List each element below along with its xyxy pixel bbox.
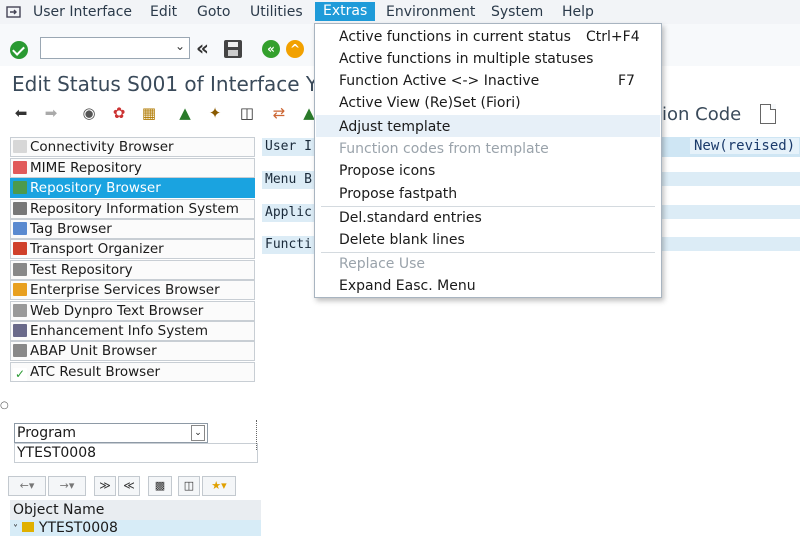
page-title: Edit Status S001 of Interface Y	[12, 72, 319, 96]
menu-item-delete-blank-lines[interactable]: Delete blank lines	[339, 232, 465, 248]
tree-expand-icon[interactable]: ˅	[13, 524, 18, 535]
menu-item-expand-easc-menu[interactable]: Expand Easc. Menu	[339, 278, 476, 294]
shortcut-ctrl-f4: Ctrl+F4	[586, 29, 640, 45]
menu-system[interactable]: System	[491, 4, 543, 20]
hierarchy-icon[interactable]: ◫	[178, 476, 200, 496]
web-dynpro-icon	[13, 304, 27, 317]
menu-utilities[interactable]: Utilities	[250, 4, 303, 20]
menu-item-propose-icons[interactable]: Propose icons	[339, 163, 435, 179]
binoculars-icon[interactable]: ▩	[148, 476, 172, 496]
shortcut-f7: F7	[618, 73, 635, 89]
nav-tag-browser[interactable]: Tag Browser	[10, 219, 255, 239]
menu-item-function-active-inactive[interactable]: Function Active <-> Inactive	[339, 73, 539, 89]
menu-goto[interactable]: Goto	[197, 4, 230, 20]
favorites-star-icon[interactable]: ★▾	[202, 476, 236, 496]
object-name-input[interactable]: YTEST0008	[14, 443, 258, 463]
nav-test-repository[interactable]: Test Repository	[10, 260, 255, 280]
menu-help[interactable]: Help	[562, 4, 594, 20]
object-list-icon[interactable]: ▦	[140, 104, 158, 122]
chevron-down-icon[interactable]: ⌄	[191, 425, 205, 441]
mime-icon	[13, 161, 27, 174]
tag-icon	[13, 222, 27, 235]
menu-extras[interactable]: Extras	[315, 2, 376, 21]
info-system-icon	[13, 202, 27, 215]
menu-item-function-codes-template: Function codes from template	[339, 141, 549, 157]
menu-item-del-standard-entries[interactable]: Del.standard entries	[339, 210, 482, 226]
truck-icon	[13, 242, 27, 255]
repository-icon	[13, 181, 27, 194]
navigation-toolbar: ←▾ →▾ ≫ ≪ ▩ ◫ ★▾	[8, 476, 248, 496]
arrow-right-icon[interactable]: ➡	[42, 104, 60, 122]
checkmark-red-x-icon: ✓	[13, 367, 27, 381]
band-row	[660, 172, 800, 186]
chevron-down-icon[interactable]: ⌄	[175, 39, 185, 53]
menu-environment[interactable]: Environment	[386, 4, 475, 20]
field-menu-bar[interactable]: Menu B	[262, 171, 315, 189]
exit-icon[interactable]: ^	[286, 40, 304, 58]
previous-object-icon[interactable]: ←▾	[8, 476, 46, 496]
connectivity-icon	[13, 140, 27, 153]
hierarchy-icon[interactable]: ◫	[238, 104, 256, 122]
test-icon	[13, 263, 27, 276]
menu-item-active-functions-current[interactable]: Active functions in current status	[339, 29, 571, 45]
split-icon[interactable]: ⇄	[270, 104, 288, 122]
field-user-interface: User I	[262, 138, 315, 156]
band-row	[660, 237, 800, 251]
field-application-toolbar[interactable]: Applic	[262, 204, 315, 222]
magic-wand-icon[interactable]: ✦	[206, 104, 224, 122]
nav-atc-result-browser[interactable]: ✓ ATC Result Browser	[10, 362, 255, 382]
extras-dropdown-menu: Active functions in current status Ctrl+…	[314, 23, 662, 298]
expand-all-icon[interactable]: ≫	[94, 476, 116, 496]
services-icon	[13, 283, 27, 296]
nav-abap-unit-browser[interactable]: ABAP Unit Browser	[10, 341, 255, 361]
enhancement-icon	[13, 324, 27, 337]
system-menu-icon[interactable]	[6, 4, 22, 18]
glasses-display-icon[interactable]: ◉	[80, 104, 98, 122]
arrow-left-icon[interactable]: ⬅	[12, 104, 30, 122]
function-code-label: ion Code	[662, 104, 742, 125]
band-row	[660, 205, 800, 219]
document-icon[interactable]	[760, 104, 776, 124]
menu-user-interface[interactable]: User Interface	[33, 4, 132, 20]
collapse-command-icon[interactable]: «	[196, 36, 209, 60]
nav-enterprise-services-browser[interactable]: Enterprise Services Browser	[10, 280, 255, 300]
nav-connectivity-browser[interactable]: Connectivity Browser	[10, 137, 255, 157]
nav-repository-information-system[interactable]: Repository Information System	[10, 199, 255, 219]
menu-item-adjust-template[interactable]: Adjust template	[339, 119, 450, 135]
nav-enhancement-info-system[interactable]: Enhancement Info System	[10, 321, 255, 341]
folder-icon	[22, 522, 35, 532]
menu-item-propose-fastpath[interactable]: Propose fastpath	[339, 186, 457, 202]
menu-item-active-view-reset[interactable]: Active View (Re)Set (Fiori)	[339, 95, 521, 111]
enter-check-icon[interactable]	[10, 41, 28, 59]
menu-separator	[321, 206, 655, 207]
unit-test-icon	[13, 344, 27, 357]
status-value: New(revised)	[690, 138, 800, 154]
splitter-handle-icon[interactable]: ○	[0, 400, 9, 411]
panel-splitter[interactable]	[256, 420, 260, 450]
menu-item-active-functions-multiple[interactable]: Active functions in multiple statuses	[339, 51, 593, 67]
next-object-icon[interactable]: →▾	[48, 476, 86, 496]
activate-icon[interactable]: ✿	[110, 104, 128, 122]
save-icon[interactable]	[224, 40, 242, 58]
where-used-icon[interactable]: ▲	[176, 104, 194, 122]
back-icon[interactable]: «	[262, 40, 280, 58]
menu-bar: User Interface Edit Goto Utilities Extra…	[0, 0, 800, 25]
menu-edit[interactable]: Edit	[150, 4, 177, 20]
collapse-all-icon[interactable]: ≪	[118, 476, 140, 496]
object-list-header: Object Name	[10, 500, 261, 520]
object-type-select[interactable]: Program ⌄	[14, 423, 208, 443]
command-field[interactable]: ⌄	[40, 37, 190, 59]
menu-item-replace-use: Replace Use	[339, 256, 425, 272]
nav-mime-repository[interactable]: MIME Repository	[10, 158, 255, 178]
nav-web-dynpro-text-browser[interactable]: Web Dynpro Text Browser	[10, 301, 255, 321]
field-function-keys[interactable]: Functi	[262, 236, 315, 254]
nav-transport-organizer[interactable]: Transport Organizer	[10, 239, 255, 259]
menu-separator	[321, 252, 655, 253]
nav-repository-browser[interactable]: Repository Browser	[10, 178, 255, 198]
